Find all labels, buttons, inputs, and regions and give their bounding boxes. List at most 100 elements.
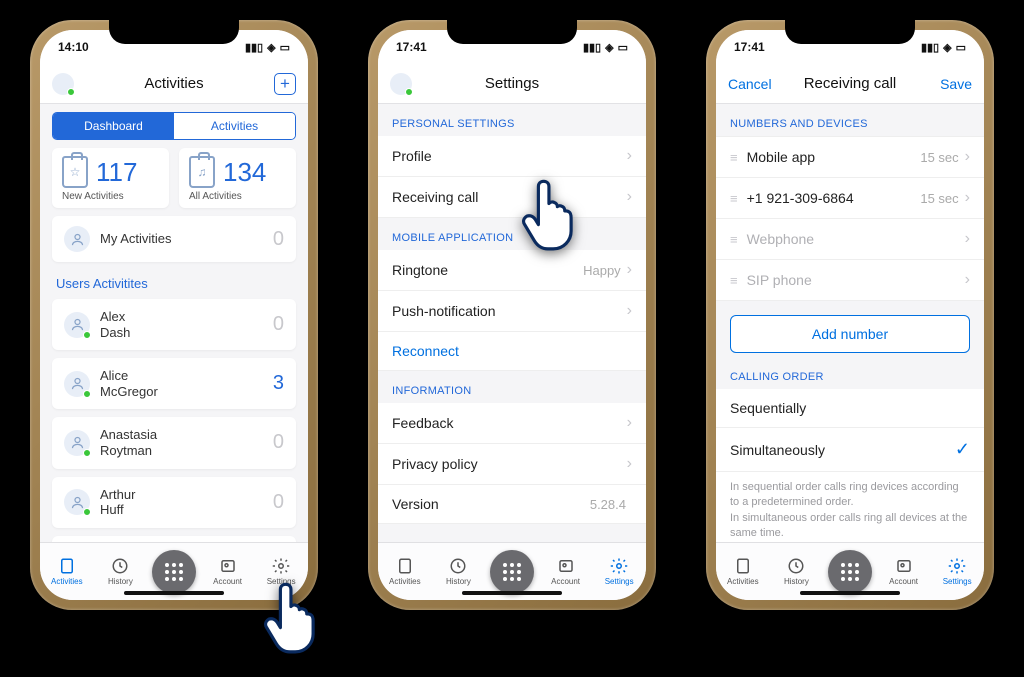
- navbar: Activities +: [40, 64, 308, 104]
- status-dot-icon: [83, 390, 91, 398]
- segment-activities[interactable]: Activities: [174, 113, 295, 139]
- phone-settings: 17:41 ▮▮▯◈▭ Settings PERSONAL SETTINGS P…: [368, 20, 656, 610]
- tab-activities[interactable]: Activities: [721, 557, 765, 586]
- stat-new-activities[interactable]: ☆ 117 New Activities: [52, 148, 169, 208]
- tab-history[interactable]: History: [774, 557, 818, 586]
- stat-all-activities[interactable]: ♫ 134 All Activities: [179, 148, 296, 208]
- phone-activities: 14:10 ▮▮▯ ◈ ▭ Activities + Dashboard Act…: [30, 20, 318, 610]
- tab-account[interactable]: Account: [544, 557, 588, 586]
- nav-title: Activities: [102, 75, 246, 92]
- activities-icon: [58, 557, 76, 575]
- dialpad-icon: [165, 563, 183, 581]
- tab-activities[interactable]: Activities: [383, 557, 427, 586]
- status-dot-icon: [83, 331, 91, 339]
- user-row[interactable]: AlexDash0: [52, 299, 296, 350]
- stat-all-count: 134: [223, 157, 266, 188]
- user-name: AlexDash: [100, 309, 273, 340]
- user-name: AnastasiaRoytman: [100, 427, 273, 458]
- history-icon: [449, 557, 467, 575]
- activities-icon: [396, 557, 414, 575]
- tab-bar: Activities History Account Settings: [378, 542, 646, 600]
- add-button[interactable]: +: [274, 73, 296, 95]
- user-row[interactable]: AnastasiaRoytman0: [52, 417, 296, 468]
- add-number-button[interactable]: Add number: [730, 315, 970, 353]
- tab-settings[interactable]: Settings: [597, 557, 641, 586]
- device-row[interactable]: ≡SIP phone›: [716, 260, 984, 301]
- account-icon: [557, 557, 575, 575]
- status-icons: ▮▮▯◈▭: [583, 41, 628, 54]
- tab-account[interactable]: Account: [882, 557, 926, 586]
- tab-account[interactable]: Account: [206, 557, 250, 586]
- row-reconnect[interactable]: Reconnect: [378, 332, 646, 371]
- status-time: 17:41: [734, 40, 765, 54]
- row-privacy[interactable]: Privacy policy›: [378, 444, 646, 485]
- user-avatar-icon[interactable]: [52, 73, 74, 95]
- home-indicator[interactable]: [800, 591, 900, 595]
- user-icon: [64, 226, 90, 252]
- group-personal: PERSONAL SETTINGS: [378, 104, 646, 136]
- user-row[interactable]: AliceMcGregor3: [52, 358, 296, 409]
- drag-handle-icon[interactable]: ≡: [730, 191, 737, 206]
- drag-handle-icon[interactable]: ≡: [730, 150, 737, 165]
- stat-all-label: All Activities: [189, 191, 286, 202]
- tab-settings[interactable]: Settings: [935, 557, 979, 586]
- avatar-icon: [64, 312, 90, 338]
- version-value: 5.28.4: [590, 497, 626, 512]
- nav-title: Settings: [440, 75, 584, 92]
- dialpad-icon: [503, 563, 521, 581]
- tab-activities[interactable]: Activities: [45, 557, 89, 586]
- stat-new-count: 117: [96, 157, 137, 188]
- device-label: Webphone: [747, 231, 965, 247]
- chevron-right-icon: ›: [627, 147, 632, 165]
- battery-icon: ▭: [280, 41, 290, 54]
- wifi-icon: ◈: [267, 41, 275, 54]
- device-row[interactable]: ≡ Webphone›: [716, 219, 984, 260]
- row-push[interactable]: Push-notification›: [378, 291, 646, 332]
- chevron-right-icon: ›: [965, 271, 970, 289]
- drag-handle-icon[interactable]: ≡: [730, 273, 737, 288]
- home-indicator[interactable]: [462, 591, 562, 595]
- drag-handle-icon[interactable]: ≡: [730, 232, 737, 247]
- cancel-button[interactable]: Cancel: [728, 76, 772, 92]
- device-row[interactable]: ≡+1 921-309-686415 sec›: [716, 178, 984, 219]
- segment-dashboard[interactable]: Dashboard: [53, 113, 174, 139]
- segment-control[interactable]: Dashboard Activities: [52, 112, 296, 140]
- chevron-right-icon: ›: [627, 414, 632, 432]
- my-activities-count: 0: [273, 228, 284, 251]
- history-icon: [787, 557, 805, 575]
- dialpad-button[interactable]: [490, 550, 534, 594]
- row-sequentially[interactable]: Sequentially: [716, 389, 984, 428]
- dialpad-button[interactable]: [828, 550, 872, 594]
- pointer-hand-icon: [260, 578, 324, 654]
- status-time: 14:10: [58, 40, 89, 54]
- row-simultaneously[interactable]: Simultaneously✓: [716, 428, 984, 472]
- user-row[interactable]: ArthurHuff0: [52, 477, 296, 528]
- row-profile[interactable]: Profile›: [378, 136, 646, 177]
- device-duration: 15 sec: [920, 150, 958, 165]
- row-ringtone[interactable]: RingtoneHappy›: [378, 250, 646, 291]
- chevron-right-icon: ›: [627, 261, 632, 279]
- clipboard-headset-icon: ♫: [189, 156, 215, 188]
- row-version: Version5.28.4: [378, 485, 646, 524]
- settings-icon: [948, 557, 966, 575]
- row-feedback[interactable]: Feedback›: [378, 403, 646, 444]
- group-mobile: MOBILE APPLICATION: [378, 218, 646, 250]
- activities-icon: [734, 557, 752, 575]
- ringtone-value: Happy: [583, 263, 621, 278]
- status-icons: ▮▮▯ ◈ ▭: [245, 41, 290, 54]
- chevron-right-icon: ›: [965, 230, 970, 248]
- my-activities-row[interactable]: My Activities 0: [52, 216, 296, 262]
- device-row[interactable]: ≡Mobile app15 sec›: [716, 136, 984, 178]
- tab-history[interactable]: History: [98, 557, 142, 586]
- tab-history[interactable]: History: [436, 557, 480, 586]
- user-avatar-icon[interactable]: [390, 73, 412, 95]
- notch: [785, 20, 915, 44]
- status-time: 17:41: [396, 40, 427, 54]
- dialpad-button[interactable]: [152, 550, 196, 594]
- row-receiving-call[interactable]: Receiving call›: [378, 177, 646, 218]
- save-button[interactable]: Save: [940, 76, 972, 92]
- user-name: AliceMcGregor: [100, 368, 273, 399]
- avatar-icon: [64, 371, 90, 397]
- notch: [447, 20, 577, 44]
- home-indicator[interactable]: [124, 591, 224, 595]
